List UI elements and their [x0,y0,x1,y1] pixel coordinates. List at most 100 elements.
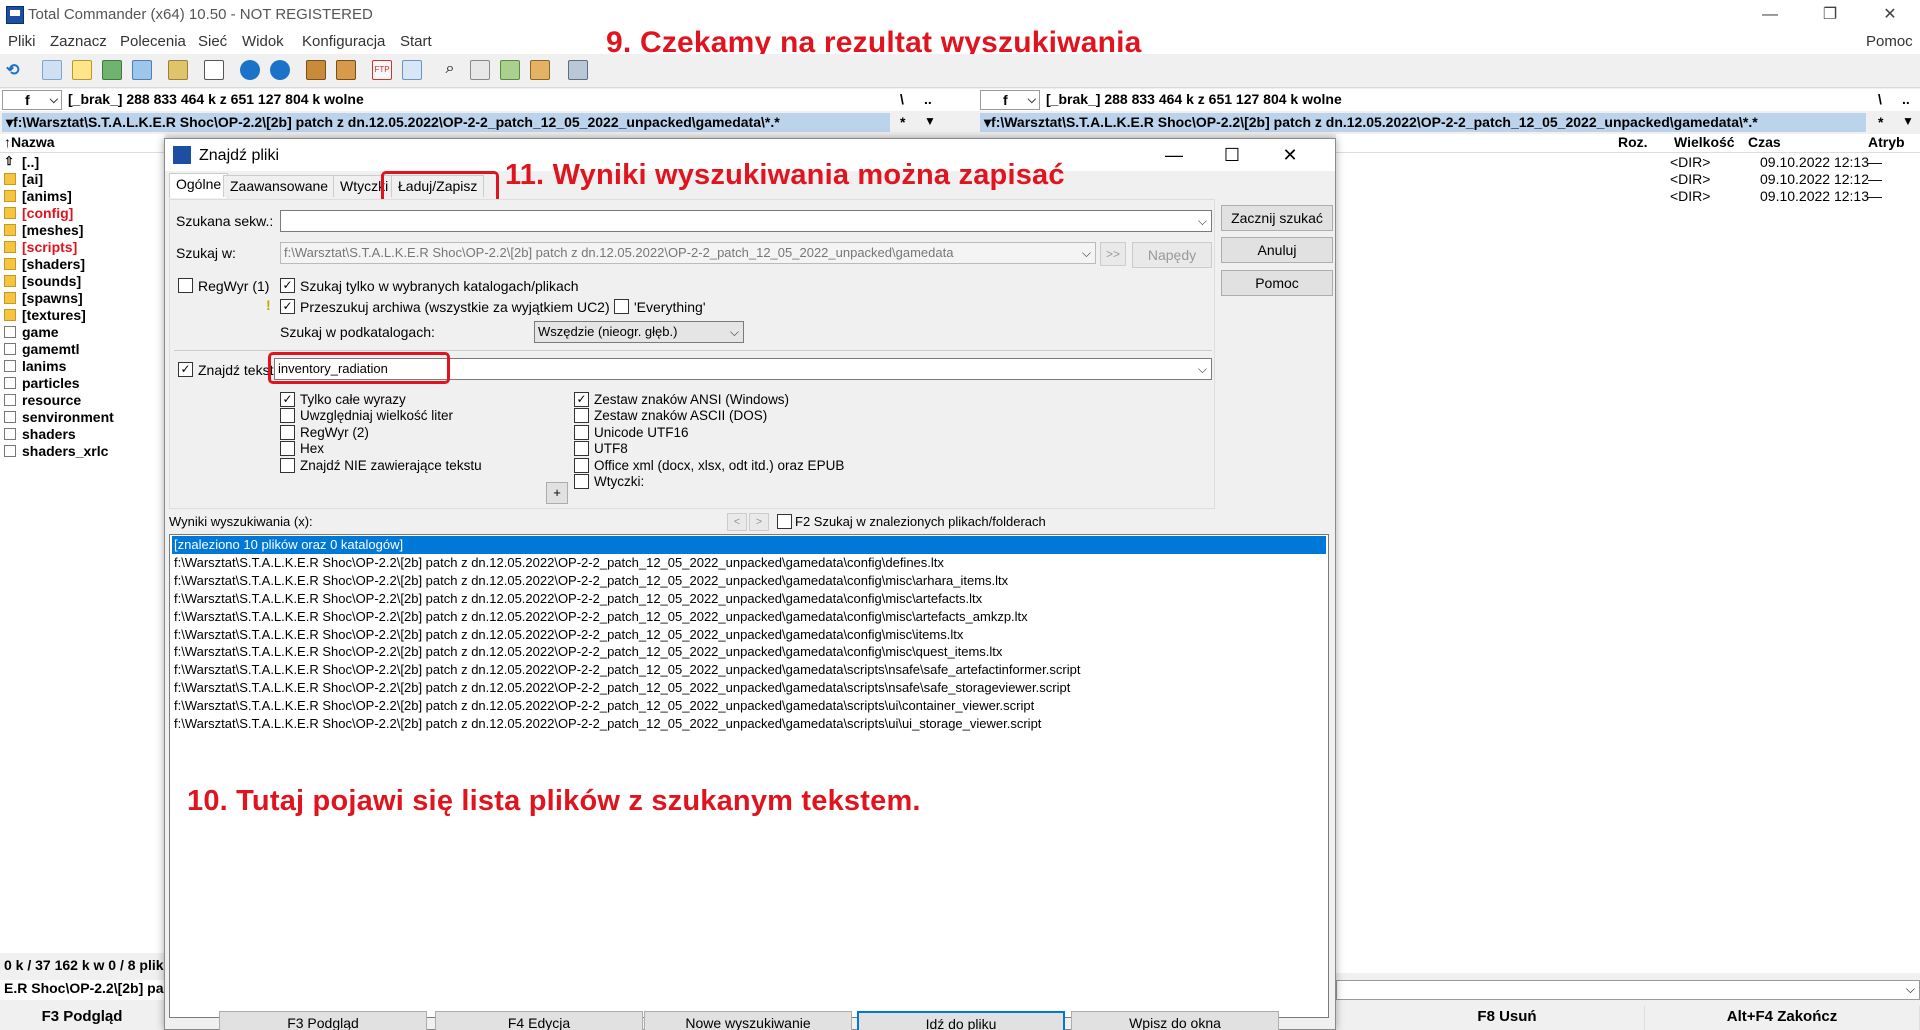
unpack-icon[interactable] [336,60,356,80]
list-item[interactable]: [scripts] [4,239,77,256]
menu-zaznacz[interactable]: Zaznacz [50,33,107,50]
header-name[interactable]: ↑Nazwa [0,134,55,150]
left-up-button[interactable]: .. [924,91,932,107]
compare-icon[interactable] [204,60,224,80]
result-row[interactable]: f:\Warsztat\S.T.A.L.K.E.R Shoc\OP-2.2\[2… [172,590,982,608]
help-button[interactable]: Pomoc [1221,270,1333,296]
dialog-close-button[interactable]: ✕ [1261,139,1319,171]
option-checkbox[interactable]: ✓ [574,392,589,407]
menu-pomoc[interactable]: Pomoc [1866,33,1913,50]
list-item[interactable]: [sounds] [4,273,81,290]
right-history-icon[interactable]: ▼ [1902,114,1914,128]
subdirs-select[interactable]: Wszędzie (nieogr. głęb.) ⌵ [534,321,744,343]
header-ext[interactable]: Roz. [1618,134,1648,150]
search-icon[interactable]: ⌕ [440,60,460,80]
result-row[interactable]: f:\Warsztat\S.T.A.L.K.E.R Shoc\OP-2.2\[2… [172,572,1008,590]
sync-dirs-icon[interactable] [500,60,520,80]
list-item[interactable]: game [4,324,59,341]
option-checkbox[interactable] [574,474,589,489]
pack-icon[interactable] [306,60,326,80]
option-checkbox[interactable] [280,424,295,440]
list-item[interactable]: shaders [4,426,76,443]
dialog-maximize-button[interactable]: ☐ [1203,139,1261,171]
option-checkbox[interactable] [280,408,295,424]
menu-widok[interactable]: Widok [242,33,284,50]
ftp-icon[interactable]: FTP [372,60,392,80]
results-next-button[interactable]: > [749,513,769,531]
menu-pliki[interactable]: Pliki [8,33,36,50]
search-for-input[interactable]: ⌵ [280,210,1212,232]
left-file-list[interactable]: ⇧ [..] [ai] [anims] [config] [meshes] [scripts… [0,153,165,953]
result-row[interactable]: f:\Warsztat\S.T.A.L.K.E.R Shoc\OP-2.2\[2… [172,643,1002,661]
right-root-button[interactable]: \ [1878,91,1882,107]
notepad-icon[interactable] [568,60,588,80]
option-checkbox[interactable] [280,441,295,457]
multi-rename-icon[interactable] [470,60,490,80]
menu-polecenia[interactable]: Polecenia [120,33,186,50]
option-checkbox[interactable] [574,441,589,457]
back-icon[interactable] [240,60,260,80]
plugins-add-button[interactable]: + [546,482,568,504]
f2-search-checkbox[interactable] [777,514,792,529]
menu-siec[interactable]: Sieć [198,33,227,50]
dialog-view-button[interactable]: F3 Podgląd [219,1011,427,1030]
option-checkbox[interactable] [574,424,589,440]
header-date[interactable]: Czas [1748,134,1781,150]
menu-start[interactable]: Start [400,33,432,50]
right-path-bar[interactable]: ▾f:\Warsztat\S.T.A.L.K.E.R Shoc\OP-2.2\[… [980,113,1866,132]
go-to-file-button[interactable]: Idź do pliku [857,1011,1065,1030]
list-item[interactable]: lanims [4,358,66,375]
list-item[interactable]: shaders_xrlc [4,443,108,460]
result-row[interactable]: f:\Warsztat\S.T.A.L.K.E.R Shoc\OP-2.2\[2… [172,608,1028,626]
everything-checkbox[interactable] [614,299,629,314]
result-row[interactable]: f:\Warsztat\S.T.A.L.K.E.R Shoc\OP-2.2\[2… [172,697,1034,715]
regex1-checkbox[interactable] [178,278,193,293]
tab-ogolne[interactable]: Ogólne [169,173,229,198]
left-root-button[interactable]: \ [900,91,904,107]
option-checkbox[interactable] [574,457,589,473]
left-filter-star[interactable]: * [900,114,905,130]
full-view-icon[interactable] [72,60,92,80]
search-in-input[interactable]: f:\Warsztat\S.T.A.L.K.E.R Shoc\OP-2.2\[2… [280,242,1096,264]
menu-konfiguracja[interactable]: Konfiguracja [302,33,385,50]
list-item[interactable]: resource [4,392,81,409]
start-search-button[interactable]: Zacznij szukać [1221,205,1333,231]
result-row[interactable]: f:\Warsztat\S.T.A.L.K.E.R Shoc\OP-2.2\[2… [172,554,944,572]
forward-icon[interactable] [270,60,290,80]
option-checkbox[interactable]: ✓ [280,392,295,407]
option-checkbox[interactable] [280,457,295,473]
right-drive-combo[interactable]: f ⌵ [980,90,1040,110]
brief-view-icon[interactable] [42,60,62,80]
list-item[interactable]: ⇧ [..] [4,154,39,171]
header-size[interactable]: Wielkość [1674,134,1735,150]
drives-button[interactable]: Napędy [1132,242,1212,268]
command-line-input[interactable]: ⌵ [1336,980,1920,1000]
tree-icon[interactable] [132,60,152,80]
result-row[interactable]: f:\Warsztat\S.T.A.L.K.E.R Shoc\OP-2.2\[2… [172,661,1080,679]
results-list[interactable]: [znaleziono 10 plików oraz 0 katalogów] f… [169,534,1329,1018]
list-item[interactable]: senvironment [4,409,114,426]
list-item[interactable]: [config] [4,205,73,222]
list-item[interactable]: [ai] [4,171,43,188]
list-item[interactable]: [meshes] [4,222,83,239]
list-item[interactable]: [anims] [4,188,72,205]
right-filter-star[interactable]: * [1878,114,1883,130]
left-path-bar[interactable]: ▾f:\Warsztat\S.T.A.L.K.E.R Shoc\OP-2.2\[… [2,113,890,132]
left-column-header[interactable]: ↑Nazwa [0,134,165,153]
minimize-button[interactable]: — [1740,0,1800,30]
option-checkbox[interactable] [574,408,589,424]
list-item[interactable]: gamemtl [4,341,80,358]
only-selected-checkbox[interactable]: ✓ [280,278,295,293]
close-button[interactable]: ✕ [1860,0,1920,30]
tab-zaawansowane[interactable]: Zaawansowane [223,175,336,197]
thumbnails-icon[interactable] [102,60,122,80]
list-item[interactable]: [textures] [4,307,86,324]
restore-button[interactable]: ❐ [1800,0,1860,30]
right-file-list[interactable]: <DIR> 09.10.2022 12:13— <DIR> 09.10.2022 12… [1336,153,1920,973]
f3-view-button[interactable]: F3 Podgląd [0,1006,165,1030]
find-text-checkbox[interactable]: ✓ [178,362,193,377]
list-item[interactable]: [shaders] [4,256,85,273]
altf4-exit-button[interactable]: Alt+F4 Zakończ [1645,1006,1920,1030]
results-prev-button[interactable]: < [727,513,747,531]
cancel-button[interactable]: Anuluj [1221,237,1333,263]
